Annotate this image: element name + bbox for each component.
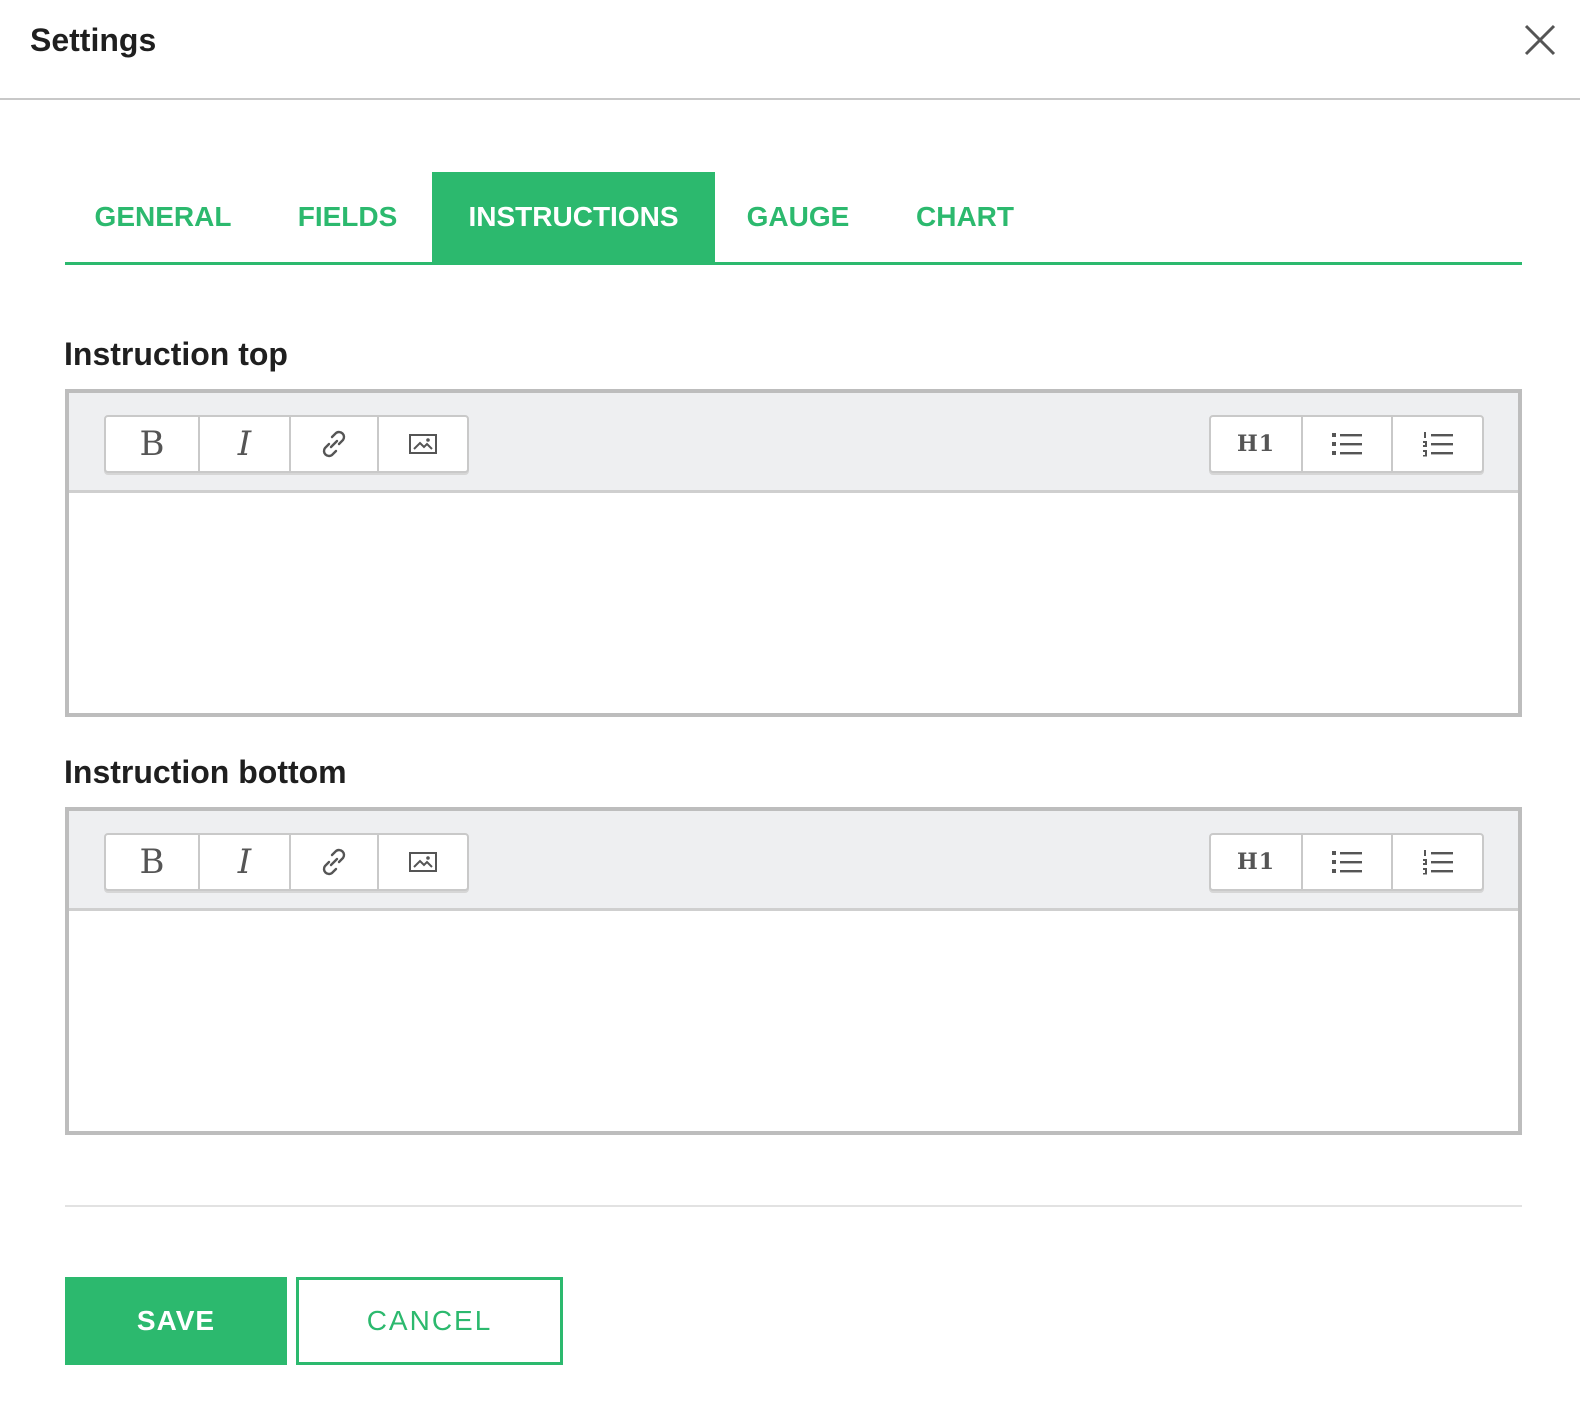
numbered-list-icon bbox=[1422, 850, 1453, 875]
link-button[interactable] bbox=[291, 835, 379, 889]
editor-toolbar: B I H1 bbox=[69, 393, 1518, 493]
editor-toolbar: B I H1 bbox=[69, 811, 1518, 911]
tab-general[interactable]: GENERAL bbox=[65, 172, 261, 262]
numbered-list-button[interactable] bbox=[1393, 417, 1482, 471]
tab-fields[interactable]: FIELDS bbox=[275, 172, 420, 262]
image-icon bbox=[409, 852, 437, 872]
dialog-title: Settings bbox=[30, 22, 157, 58]
bold-icon: B bbox=[139, 842, 165, 882]
tab-bar: GENERAL FIELDS INSTRUCTIONS GAUGE CHART bbox=[65, 172, 1522, 265]
italic-icon: I bbox=[237, 842, 252, 882]
heading-button[interactable]: H1 bbox=[1211, 835, 1303, 889]
heading-button[interactable]: H1 bbox=[1211, 417, 1303, 471]
tab-chart[interactable]: CHART bbox=[900, 172, 1030, 262]
instruction-bottom-label: Instruction bottom bbox=[64, 754, 347, 790]
image-button[interactable] bbox=[379, 835, 467, 889]
bulleted-list-icon bbox=[1332, 851, 1362, 873]
cancel-button[interactable]: CANCEL bbox=[296, 1277, 563, 1365]
bulleted-list-icon bbox=[1332, 433, 1362, 455]
close-button[interactable] bbox=[1520, 20, 1560, 60]
instruction-top-label: Instruction top bbox=[64, 336, 288, 372]
link-icon bbox=[322, 430, 346, 458]
image-icon bbox=[409, 434, 437, 454]
link-button[interactable] bbox=[291, 417, 379, 471]
italic-button[interactable]: I bbox=[200, 417, 291, 471]
instruction-bottom-input[interactable] bbox=[69, 911, 1518, 1131]
block-button-group: H1 bbox=[1209, 415, 1484, 473]
tab-instructions[interactable]: INSTRUCTIONS bbox=[432, 172, 715, 262]
bulleted-list-button[interactable] bbox=[1303, 417, 1393, 471]
instruction-top-input[interactable] bbox=[69, 493, 1518, 713]
link-icon bbox=[322, 848, 346, 876]
bold-button[interactable]: B bbox=[106, 417, 200, 471]
heading-icon: H1 bbox=[1236, 849, 1276, 875]
bulleted-list-button[interactable] bbox=[1303, 835, 1393, 889]
heading-icon: H1 bbox=[1236, 431, 1276, 457]
close-icon bbox=[1524, 24, 1556, 56]
dialog-header: Settings bbox=[0, 0, 1580, 100]
bold-icon: B bbox=[139, 424, 165, 464]
format-button-group: B I bbox=[104, 833, 469, 891]
block-button-group: H1 bbox=[1209, 833, 1484, 891]
footer-divider bbox=[65, 1205, 1522, 1207]
instruction-top-editor: B I H1 bbox=[65, 389, 1522, 717]
numbered-list-button[interactable] bbox=[1393, 835, 1482, 889]
image-button[interactable] bbox=[379, 417, 467, 471]
instruction-bottom-editor: B I H1 bbox=[65, 807, 1522, 1135]
bold-button[interactable]: B bbox=[106, 835, 200, 889]
numbered-list-icon bbox=[1422, 432, 1453, 457]
format-button-group: B I bbox=[104, 415, 469, 473]
italic-icon: I bbox=[237, 424, 252, 464]
italic-button[interactable]: I bbox=[200, 835, 291, 889]
tab-gauge[interactable]: GAUGE bbox=[730, 172, 866, 262]
save-button[interactable]: SAVE bbox=[65, 1277, 287, 1365]
